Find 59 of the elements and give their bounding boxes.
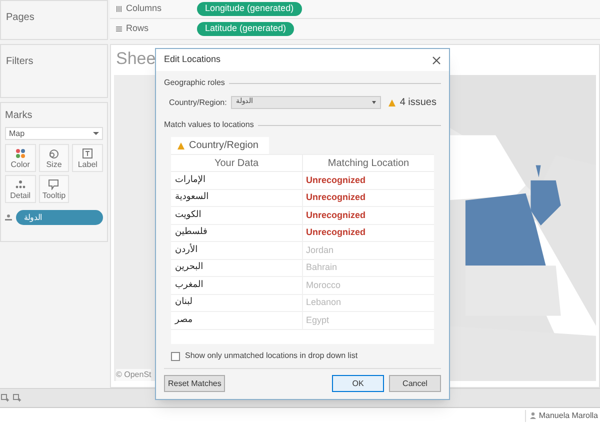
color-icon (14, 148, 26, 158)
ok-button[interactable]: OK (332, 375, 384, 392)
table-cell-text: البحرين (175, 261, 204, 274)
mark-type-dropdown[interactable]: Map (5, 127, 103, 140)
table-cell[interactable]: Unrecognized (306, 174, 366, 187)
mark-button[interactable]: Detail (5, 175, 36, 203)
issues-count: 4 issues (400, 96, 436, 110)
panel-title: Filters (6, 56, 34, 67)
label-icon (82, 148, 94, 158)
table-cell[interactable]: Unrecognized (306, 191, 366, 204)
user-name: Manuela Marolla (538, 410, 598, 422)
mark-button[interactable]: Label (72, 144, 103, 172)
table-cell-text: لبنان (175, 296, 193, 309)
caret-icon (93, 132, 99, 135)
map-credit: © OpenSt (116, 369, 152, 381)
new-sheet-icon[interactable] (1, 394, 10, 402)
tooltip-icon (48, 178, 60, 190)
dialog-title: Edit Locations (164, 53, 221, 66)
table-cell-text: الإمارات (175, 174, 206, 186)
mark-button[interactable]: Tooltip (38, 175, 70, 203)
detail-icon (5, 214, 12, 221)
table-cell[interactable]: Unrecognized (306, 208, 366, 222)
tab[interactable]: Country/Region (171, 137, 269, 154)
close-icon[interactable] (432, 56, 441, 64)
panel-title: Pages (6, 12, 34, 23)
table-cell-text: فلسطين (175, 226, 208, 239)
reset-matches-button[interactable]: Reset Matches (164, 375, 226, 392)
mark-button[interactable]: Color (5, 144, 36, 172)
detail-icon (14, 178, 26, 190)
columns-icon (116, 6, 122, 12)
checkbox[interactable] (171, 352, 180, 360)
table-cell-text: مصر (175, 314, 193, 326)
panel-title: Marks (5, 109, 34, 123)
table-cell-text: السعودية (175, 191, 209, 204)
warning-icon (177, 142, 185, 150)
cancel-button[interactable]: Cancel (389, 375, 441, 392)
sheet-title: Shee (116, 50, 156, 67)
column-header: Your Data (214, 156, 259, 170)
new-dashboard-icon[interactable] (13, 394, 22, 402)
field-pill[interactable]: Longitude (generated) (197, 2, 302, 16)
checkbox-label: Show only unmatched locations in drop down list (185, 350, 358, 362)
table-cell-text: المغرب (175, 278, 204, 292)
rows-icon (116, 26, 122, 32)
field-label: Country/Region: (169, 96, 227, 108)
table-cell-text: الأردن (175, 244, 198, 256)
field-pill[interactable]: الدولة (16, 210, 103, 225)
mark-button[interactable]: Size (38, 144, 70, 172)
table-cell-text: الكويت (175, 208, 202, 222)
user-icon (530, 412, 536, 419)
field-pill[interactable]: Latitude (generated) (197, 22, 294, 36)
shelf-label: Rows (126, 22, 149, 36)
table-cell[interactable]: Unrecognized (306, 226, 366, 240)
caret-icon (372, 101, 376, 104)
section-heading: Geographic roles (164, 77, 225, 89)
size-icon (48, 148, 60, 158)
section-heading: Match values to locations (164, 119, 254, 131)
column-header: Matching Location (328, 156, 410, 170)
shelf-label: Columns (126, 2, 162, 16)
warning-icon (388, 98, 396, 106)
